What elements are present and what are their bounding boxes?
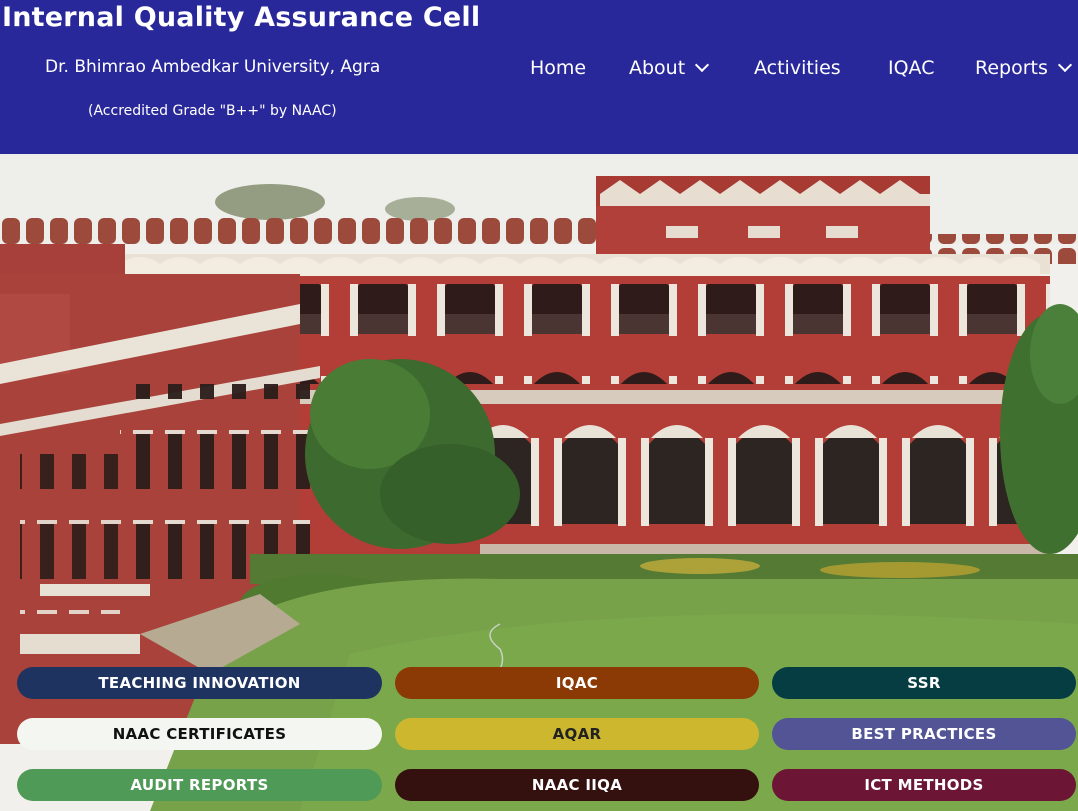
teaching-innovation-button[interactable]: TEACHING INNOVATION: [17, 667, 382, 699]
campus-building-illustration: [0, 154, 1078, 811]
site-header: Internal Quality Assurance Cell Dr. Bhim…: [0, 0, 1078, 154]
naac-certificates-button[interactable]: NAAC CERTIFICATES: [17, 718, 382, 750]
naac-iiqa-button[interactable]: NAAC IIQA: [395, 769, 759, 801]
nav-iqac-label: IQAC: [888, 57, 935, 79]
chevron-down-icon: [1057, 57, 1072, 73]
nav-iqac[interactable]: IQAC: [888, 55, 935, 81]
ict-methods-button[interactable]: ICT METHODS: [772, 769, 1076, 801]
nav-reports[interactable]: Reports: [975, 55, 1072, 81]
site-title[interactable]: Internal Quality Assurance Cell: [2, 2, 480, 33]
audit-reports-button[interactable]: AUDIT REPORTS: [17, 769, 382, 801]
nav-activities-label: Activities: [754, 57, 841, 79]
aqar-button[interactable]: AQAR: [395, 718, 759, 750]
nav-about[interactable]: About: [629, 55, 710, 81]
hero-image: [0, 154, 1078, 811]
best-practices-button[interactable]: BEST PRACTICES: [772, 718, 1076, 750]
nav-activities[interactable]: Activities: [754, 55, 841, 81]
accreditation-note: (Accredited Grade "B++" by NAAC): [88, 103, 337, 119]
nav-about-label: About: [629, 57, 686, 79]
nav-home-label: Home: [530, 57, 587, 79]
chevron-down-icon: [695, 57, 710, 73]
ssr-button[interactable]: SSR: [772, 667, 1076, 699]
university-name: Dr. Bhimrao Ambedkar University, Agra: [45, 57, 381, 77]
nav-reports-label: Reports: [975, 57, 1048, 79]
iqac-button[interactable]: IQAC: [395, 667, 759, 699]
nav-home[interactable]: Home: [530, 55, 586, 81]
